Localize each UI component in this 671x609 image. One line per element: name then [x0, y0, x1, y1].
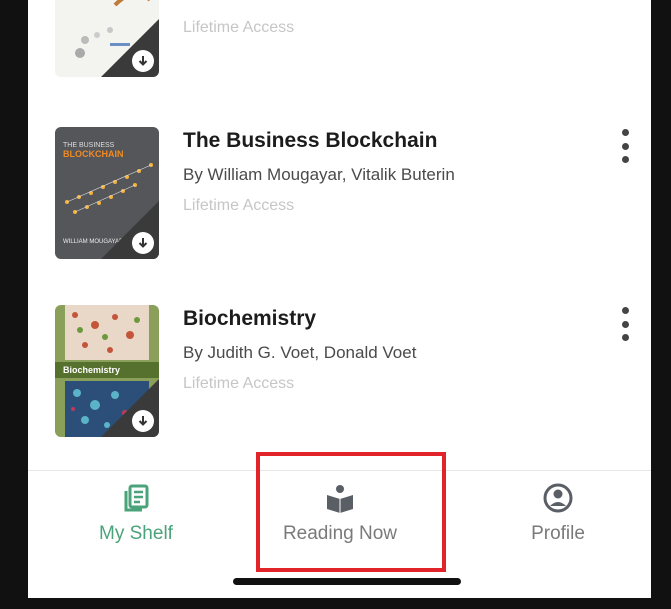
tab-label: Profile — [531, 523, 585, 544]
download-icon[interactable] — [132, 50, 154, 72]
more-options-icon[interactable] — [618, 307, 632, 341]
profile-icon — [543, 483, 573, 518]
highlight-box — [256, 452, 446, 572]
download-icon[interactable] — [132, 410, 154, 432]
tab-profile[interactable]: Profile — [458, 471, 651, 571]
tab-my-shelf[interactable]: My Shelf — [36, 471, 236, 571]
cover-title-main: BLOCKCHAIN — [63, 149, 124, 159]
download-icon[interactable] — [132, 232, 154, 254]
book-cover[interactable] — [55, 0, 159, 77]
list-item[interactable]: Lifetime Access — [28, 0, 651, 85]
book-title[interactable]: Biochemistry — [183, 307, 316, 331]
list-item[interactable]: Biochemistry Biochemistry By Judith G. V… — [28, 305, 651, 445]
book-title[interactable]: The Business Blockchain — [183, 129, 437, 153]
list-item[interactable]: THE BUSINESS BLOCKCHAIN WILLIAM MOUGAYAR — [28, 127, 651, 267]
book-cover[interactable]: Biochemistry — [55, 305, 159, 437]
shelf-icon — [121, 483, 151, 518]
book-cover[interactable]: THE BUSINESS BLOCKCHAIN WILLIAM MOUGAYAR — [55, 127, 159, 259]
book-access: Lifetime Access — [183, 19, 295, 36]
book-author: By William Mougayar, Vitalik Buterin — [183, 165, 455, 184]
cover-title-main: Biochemistry — [63, 365, 120, 375]
home-indicator — [233, 578, 461, 585]
book-author: By Judith G. Voet, Donald Voet — [183, 343, 417, 362]
book-access: Lifetime Access — [183, 197, 295, 214]
tab-label: My Shelf — [99, 523, 173, 544]
more-options-icon[interactable] — [618, 129, 632, 163]
book-access: Lifetime Access — [183, 375, 295, 392]
cover-title-top: THE BUSINESS — [63, 142, 115, 149]
